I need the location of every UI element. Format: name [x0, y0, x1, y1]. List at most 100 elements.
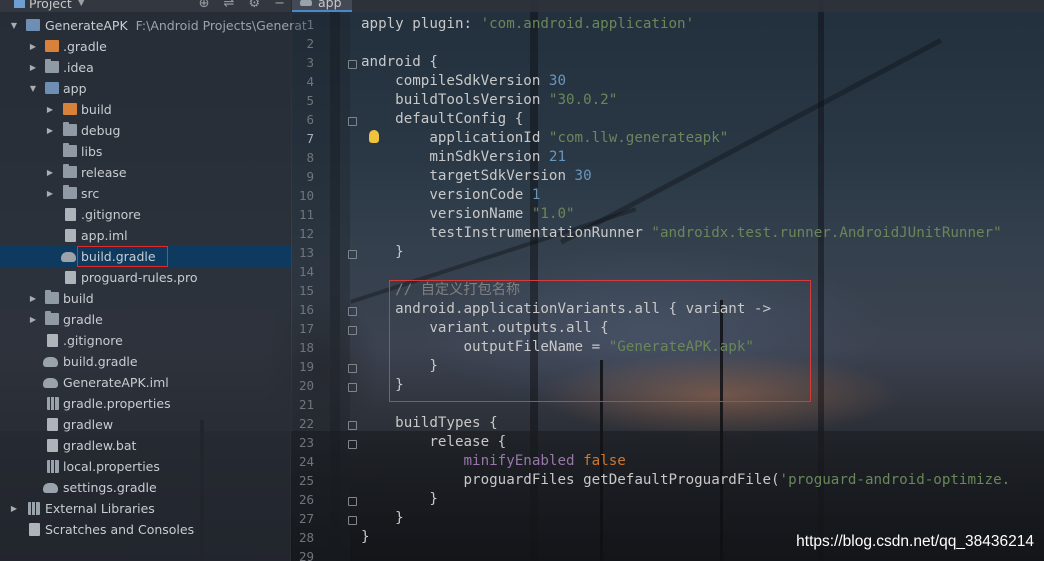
- folder-icon: [63, 143, 77, 157]
- tree-item[interactable]: ▶ .gradle: [0, 36, 291, 57]
- tree-item[interactable]: Scratches and Consoles: [0, 519, 291, 540]
- tree-item-label: GenerateAPK.iml: [63, 375, 169, 390]
- tree-item[interactable]: .gitignore: [0, 204, 291, 225]
- tree-item-label: gradle: [63, 312, 103, 327]
- tree-item[interactable]: .gitignore: [0, 330, 291, 351]
- code-line-8: minSdkVersion 21: [361, 148, 566, 167]
- line-number: 13: [298, 245, 314, 260]
- code-token: apply plugin:: [361, 16, 481, 32]
- line-number: 24: [298, 454, 314, 469]
- folder-icon: [45, 40, 59, 52]
- module-folder-icon: [26, 19, 40, 31]
- fold-marker-icon[interactable]: [348, 326, 357, 335]
- tree-item-label: app: [63, 81, 87, 96]
- fold-marker-icon[interactable]: [348, 117, 357, 126]
- tree-item-label: app.iml: [81, 228, 128, 243]
- chevron-right-icon[interactable]: ▶: [28, 57, 38, 78]
- tree-item-label: libs: [81, 144, 103, 159]
- tree-item-selected[interactable]: build.gradle: [0, 246, 291, 267]
- chevron-right-icon[interactable]: ▶: [28, 309, 38, 330]
- chevron-right-icon[interactable]: ▶: [45, 162, 55, 183]
- chevron-down-icon[interactable]: ▼: [28, 78, 38, 99]
- project-view-icon[interactable]: [14, 0, 25, 8]
- tree-item[interactable]: libs: [0, 141, 291, 162]
- chevron-down-icon[interactable]: ▼: [78, 0, 85, 8]
- code-line-24: minifyEnabled false: [361, 452, 625, 471]
- tree-item[interactable]: gradlew.bat: [0, 435, 291, 456]
- code-token: buildToolsVersion: [361, 92, 549, 108]
- tree-item[interactable]: ▶ build: [0, 288, 291, 309]
- tree-item[interactable]: GenerateAPK.iml: [0, 372, 291, 393]
- tree-item[interactable]: app.iml: [0, 225, 291, 246]
- libraries-icon: [28, 502, 40, 515]
- code-token: versionName: [361, 206, 532, 222]
- line-number: 22: [298, 416, 314, 431]
- tree-item-label: gradle.properties: [63, 396, 171, 411]
- line-number: 4: [306, 74, 314, 89]
- project-panel-header: Project ▼ ⊕ ⇌ ⚙ −: [0, 0, 291, 12]
- tree-item[interactable]: proguard-rules.pro: [0, 267, 291, 288]
- editor-gutter: 1 2 3 4 5 6 7 8 9 10 11 12 13 14 15 16 17 18 19 20 21 22 23 24 2…: [292, 14, 350, 561]
- line-number: 23: [298, 435, 314, 450]
- tree-item[interactable]: ▶ release: [0, 162, 291, 183]
- code-string: "1.0": [531, 206, 575, 222]
- code-line-5: buildToolsVersion "30.0.2": [361, 91, 617, 110]
- fold-marker-icon[interactable]: [348, 250, 357, 259]
- chevron-right-icon[interactable]: ▶: [28, 36, 38, 57]
- line-number: 17: [298, 321, 314, 336]
- tab-app[interactable]: app: [292, 0, 352, 12]
- tree-item[interactable]: ▶ src: [0, 183, 291, 204]
- tree-item[interactable]: build.gradle: [0, 351, 291, 372]
- chevron-right-icon[interactable]: ▶: [45, 120, 55, 141]
- watermark: https://blog.csdn.net/qq_38436214: [796, 533, 1034, 550]
- fold-marker-icon[interactable]: [348, 497, 357, 506]
- tree-item[interactable]: ▶ External Libraries: [0, 498, 291, 519]
- chevron-right-icon[interactable]: ▶: [45, 183, 55, 204]
- line-number: 5: [306, 93, 314, 108]
- fold-marker-icon[interactable]: [348, 421, 357, 430]
- minimize-icon[interactable]: −: [274, 0, 285, 11]
- code-string: "30.0.2": [548, 92, 618, 108]
- line-number: 10: [298, 188, 314, 203]
- tree-item[interactable]: ▶ gradle: [0, 309, 291, 330]
- chevron-right-icon[interactable]: ▶: [28, 288, 38, 309]
- collapse-all-icon[interactable]: ⇌: [224, 0, 235, 11]
- tree-item[interactable]: ▶ build: [0, 99, 291, 120]
- tree-item-label: build.gradle: [63, 354, 138, 369]
- chevron-down-icon[interactable]: ▼: [9, 15, 19, 36]
- gradle-elephant-icon: [61, 252, 76, 262]
- fold-marker-icon[interactable]: [348, 60, 357, 69]
- tree-item[interactable]: local.properties: [0, 456, 291, 477]
- fold-marker-icon[interactable]: [348, 307, 357, 316]
- line-number: 6: [306, 112, 314, 127]
- tree-item[interactable]: ▶ debug: [0, 120, 291, 141]
- line-number: 16: [298, 302, 314, 317]
- gradle-elephant-icon: [43, 483, 58, 493]
- code-token: targetSdkVersion: [361, 168, 575, 184]
- code-number: 30: [548, 73, 567, 89]
- line-number: 15: [298, 283, 314, 298]
- tree-item-label: .gradle: [63, 39, 107, 54]
- fold-marker-icon[interactable]: [348, 440, 357, 449]
- tree-item[interactable]: gradle.properties: [0, 393, 291, 414]
- project-panel-title[interactable]: Project: [29, 0, 72, 11]
- fold-marker-icon[interactable]: [348, 383, 357, 392]
- annotation-red-box: [77, 246, 168, 267]
- locate-icon[interactable]: ⊕: [199, 0, 210, 11]
- line-number: 11: [298, 207, 314, 222]
- tree-item[interactable]: ▼ app: [0, 78, 291, 99]
- folder-icon: [45, 59, 59, 73]
- line-number: 1: [306, 17, 314, 32]
- chevron-right-icon[interactable]: ▶: [45, 99, 55, 120]
- tree-item[interactable]: ▶ .idea: [0, 57, 291, 78]
- tree-item[interactable]: gradlew: [0, 414, 291, 435]
- fold-marker-icon[interactable]: [348, 364, 357, 373]
- line-number: 14: [298, 264, 314, 279]
- gear-icon[interactable]: ⚙: [248, 0, 260, 11]
- chevron-right-icon[interactable]: ▶: [9, 498, 19, 519]
- tree-root-item[interactable]: ▼ GenerateAPK F:\Android Projects\Generat: [0, 15, 307, 36]
- line-number: 12: [298, 226, 314, 241]
- tree-item-label: proguard-rules.pro: [81, 270, 198, 285]
- fold-marker-icon[interactable]: [348, 516, 357, 525]
- tree-item[interactable]: settings.gradle: [0, 477, 291, 498]
